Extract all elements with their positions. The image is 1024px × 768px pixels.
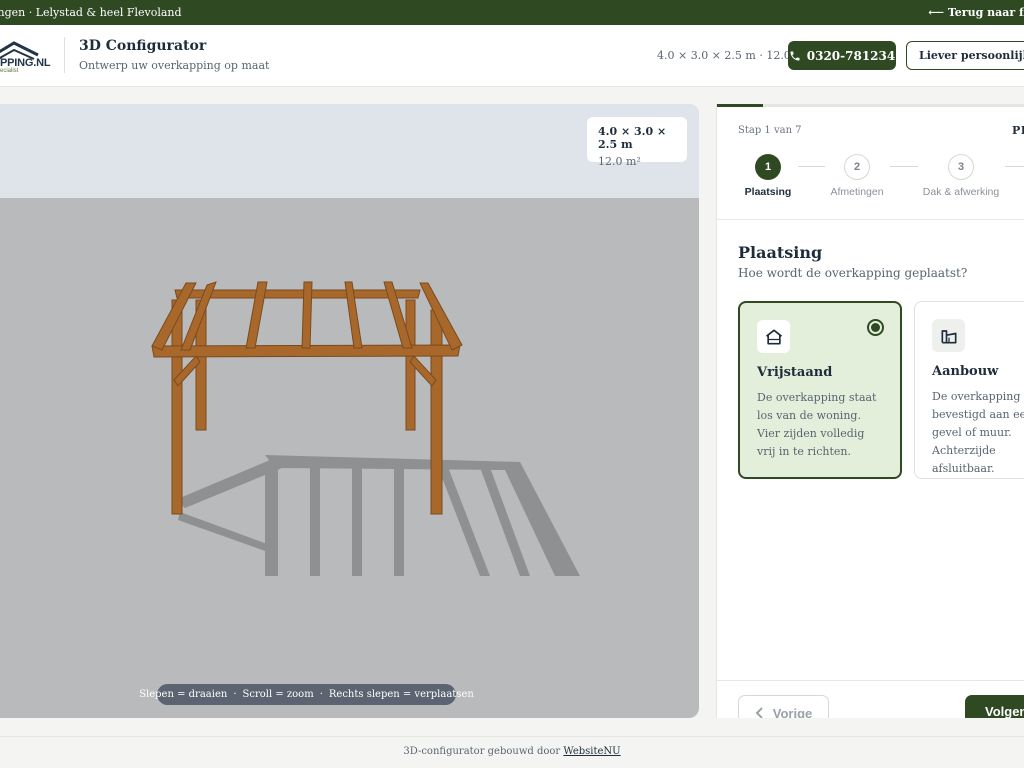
- panel-divider: [717, 219, 1024, 220]
- option-description: De overkapping is bevestigd aan een geve…: [932, 390, 1024, 475]
- step-plaatsing[interactable]: 1 Plaatsing: [723, 154, 813, 198]
- phone-label: 0320-781234: [806, 48, 896, 63]
- step-number: 1: [755, 154, 781, 180]
- chevron-left-icon: [755, 707, 763, 718]
- pergola-model[interactable]: [0, 104, 699, 718]
- dimensions-card: 4.0 × 3.0 × 2.5 m 12.0 m²: [587, 117, 687, 168]
- hint-scroll: Scroll = zoom: [242, 689, 314, 700]
- personal-contact-button[interactable]: Liever persoonlijk con: [906, 41, 1024, 70]
- area-value: 12.0 m²: [598, 155, 641, 168]
- page-title: 3D Configurator: [79, 38, 207, 54]
- step-label: Plaatsing: [744, 186, 792, 198]
- phone-button[interactable]: 0320-781234: [788, 41, 896, 70]
- controls-hint: Slepen = draaien · Scroll = zoom · Recht…: [139, 684, 474, 705]
- page-subtitle: Ontwerp uw overkapping op maat: [79, 59, 270, 72]
- step-dak-afwerking[interactable]: 3 Dak & afwerking: [916, 154, 1006, 198]
- current-step-name: PL: [1012, 124, 1024, 137]
- step-number: 3: [948, 154, 974, 180]
- section-title: Plaatsing: [738, 243, 823, 262]
- hint-pan: Rechts slepen = verplaatsen: [328, 689, 474, 700]
- logo-subtext: ecialist: [0, 68, 19, 74]
- step-connector: [1005, 166, 1024, 167]
- 3d-viewport[interactable]: 4.0 × 3.0 × 2.5 m 12.0 m² Slepen = draai…: [0, 104, 699, 718]
- house-icon: [757, 320, 790, 353]
- footer-link[interactable]: WebsiteNU: [563, 746, 620, 757]
- hint-separator: ·: [233, 689, 237, 700]
- progress-fill: [717, 104, 763, 107]
- step-label: Afmetingen: [830, 186, 884, 198]
- step-afmetingen[interactable]: 2 Afmetingen: [812, 154, 902, 198]
- header: PPING.NL ecialist 3D Configurator Ontwer…: [0, 25, 1024, 87]
- option-vrijstaand[interactable]: Vrijstaand De overkapping staat los van …: [738, 301, 902, 479]
- previous-button[interactable]: Vorige: [738, 695, 829, 718]
- option-description: De overkapping staat los van de woning. …: [757, 391, 877, 458]
- location-text: ingen · Lelystad & heel Flevoland: [0, 6, 182, 19]
- option-aanbouw[interactable]: Aanbouw De overkapping is bevestigd aan …: [914, 301, 1024, 479]
- stepper: 1 Plaatsing 2 Afmetingen 3 Dak & afwerki…: [717, 154, 1024, 214]
- panel-footer-divider: [717, 680, 1024, 681]
- lean-to-icon: [932, 319, 965, 352]
- dimensions-value: 4.0 × 3.0 × 2.5 m: [598, 125, 667, 151]
- previous-label: Vorige: [772, 705, 813, 719]
- next-button[interactable]: Volgen: [965, 695, 1024, 718]
- radio-selected[interactable]: [867, 319, 884, 336]
- header-divider: [64, 37, 65, 73]
- hint-separator: ·: [319, 689, 323, 700]
- back-link[interactable]: ⟵ Terug naar fle: [928, 6, 1024, 19]
- step-label: Dak & afwerking: [922, 186, 1000, 198]
- pergola-shadow: [175, 455, 580, 576]
- footer-text: 3D-configurator gebouwd door: [403, 746, 564, 757]
- section-question: Hoe wordt de overkapping geplaatst?: [738, 266, 968, 280]
- hint-drag: Slepen = draaien: [139, 689, 228, 700]
- step-counter: Stap 1 van 7: [738, 125, 802, 136]
- pergola-frame: [151, 281, 463, 515]
- option-title: Aanbouw: [932, 364, 999, 379]
- dimensions-summary: 4.0 × 3.0 × 2.5 m · 12.0 m²: [657, 49, 810, 62]
- option-title: Vrijstaand: [757, 365, 833, 380]
- top-info-bar: ingen · Lelystad & heel Flevoland ⟵ Teru…: [0, 0, 1024, 25]
- step-number: 2: [844, 154, 870, 180]
- configurator-panel: Stap 1 van 7 PL 1 Plaatsing 2 Afmetingen…: [716, 104, 1024, 718]
- progress-bar: [717, 104, 1024, 107]
- phone-icon: [790, 51, 800, 60]
- footer: 3D-configurator gebouwd door WebsiteNU: [0, 736, 1024, 768]
